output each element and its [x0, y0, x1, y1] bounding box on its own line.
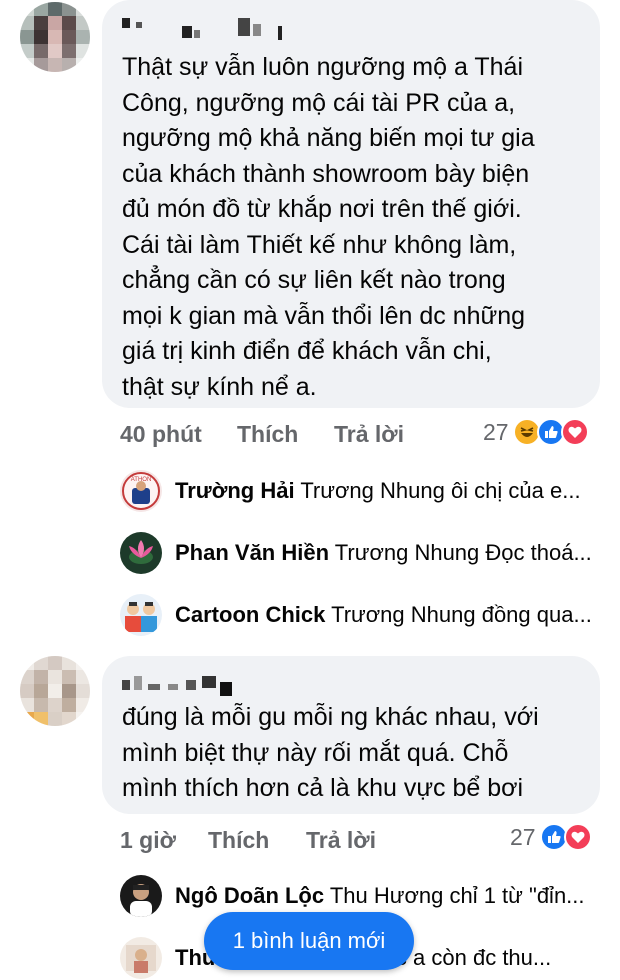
new-comments-button[interactable]: 1 bình luận mới — [204, 912, 414, 970]
commenter-avatar-blurred[interactable] — [20, 2, 90, 72]
comment-actions: 40 phút Thích Trả lời — [120, 421, 420, 451]
reaction-count: 27 — [510, 823, 536, 850]
svg-text:ATHON: ATHON — [131, 477, 152, 483]
reply-avatar — [120, 594, 162, 636]
comment-time[interactable]: 40 phút — [120, 421, 202, 448]
commenter-avatar-blurred[interactable] — [20, 656, 90, 726]
reply-author[interactable]: Trường Hải — [175, 478, 295, 503]
love-icon — [563, 823, 592, 851]
reply-preview[interactable]: Cartoon Chick Trương Nhung đồng qua... — [120, 593, 592, 637]
reply-button[interactable]: Trả lời — [306, 827, 376, 854]
reply-avatar — [120, 937, 162, 979]
reply-author[interactable]: Ngô Doãn Lộc — [175, 883, 324, 908]
reaction-summary[interactable]: 27 — [483, 418, 589, 446]
comment-bubble: đúng là mỗi gu mỗi ng khác nhau, với mìn… — [102, 656, 600, 814]
reply-message: Thu Hương chỉ 1 từ "đỉn... — [329, 883, 585, 908]
reaction-count: 27 — [483, 418, 509, 445]
like-button[interactable]: Thích — [237, 421, 298, 448]
reply-message: Trương Nhung ôi chị của e... — [300, 478, 581, 503]
author-name-censored[interactable] — [122, 16, 292, 42]
comment-time[interactable]: 1 giờ — [120, 827, 176, 854]
reply-preview[interactable]: ATHON Trường Hải Trương Nhung ôi chị của… — [120, 469, 581, 513]
love-icon — [560, 418, 589, 446]
comment-text: Thật sự vẫn luôn ngưỡng mộ a Thái Công, … — [122, 53, 535, 401]
reply-author[interactable]: Cartoon Chick — [175, 602, 325, 627]
reply-message: Trương Nhung đồng qua... — [331, 602, 592, 627]
comment-text: đúng là mỗi gu mỗi ng khác nhau, với mìn… — [122, 703, 539, 802]
reply-button[interactable]: Trả lời — [334, 421, 404, 448]
reply-avatar — [120, 875, 162, 917]
like-button[interactable]: Thích — [208, 827, 269, 854]
reply-avatar: ATHON — [120, 470, 162, 512]
author-name-censored[interactable] — [122, 670, 252, 696]
reaction-summary[interactable]: 27 — [510, 823, 592, 851]
reply-avatar — [120, 532, 162, 574]
reply-preview[interactable]: Phan Văn Hiền Trương Nhung Đọc thoá... — [120, 531, 592, 575]
reply-message: Trương Nhung Đọc thoá... — [334, 540, 592, 565]
comment-actions: 1 giờ Thích Trả lời — [120, 827, 420, 857]
reply-author[interactable]: Phan Văn Hiền — [175, 540, 329, 565]
comment-bubble: Thật sự vẫn luôn ngưỡng mộ a Thái Công, … — [102, 0, 600, 408]
